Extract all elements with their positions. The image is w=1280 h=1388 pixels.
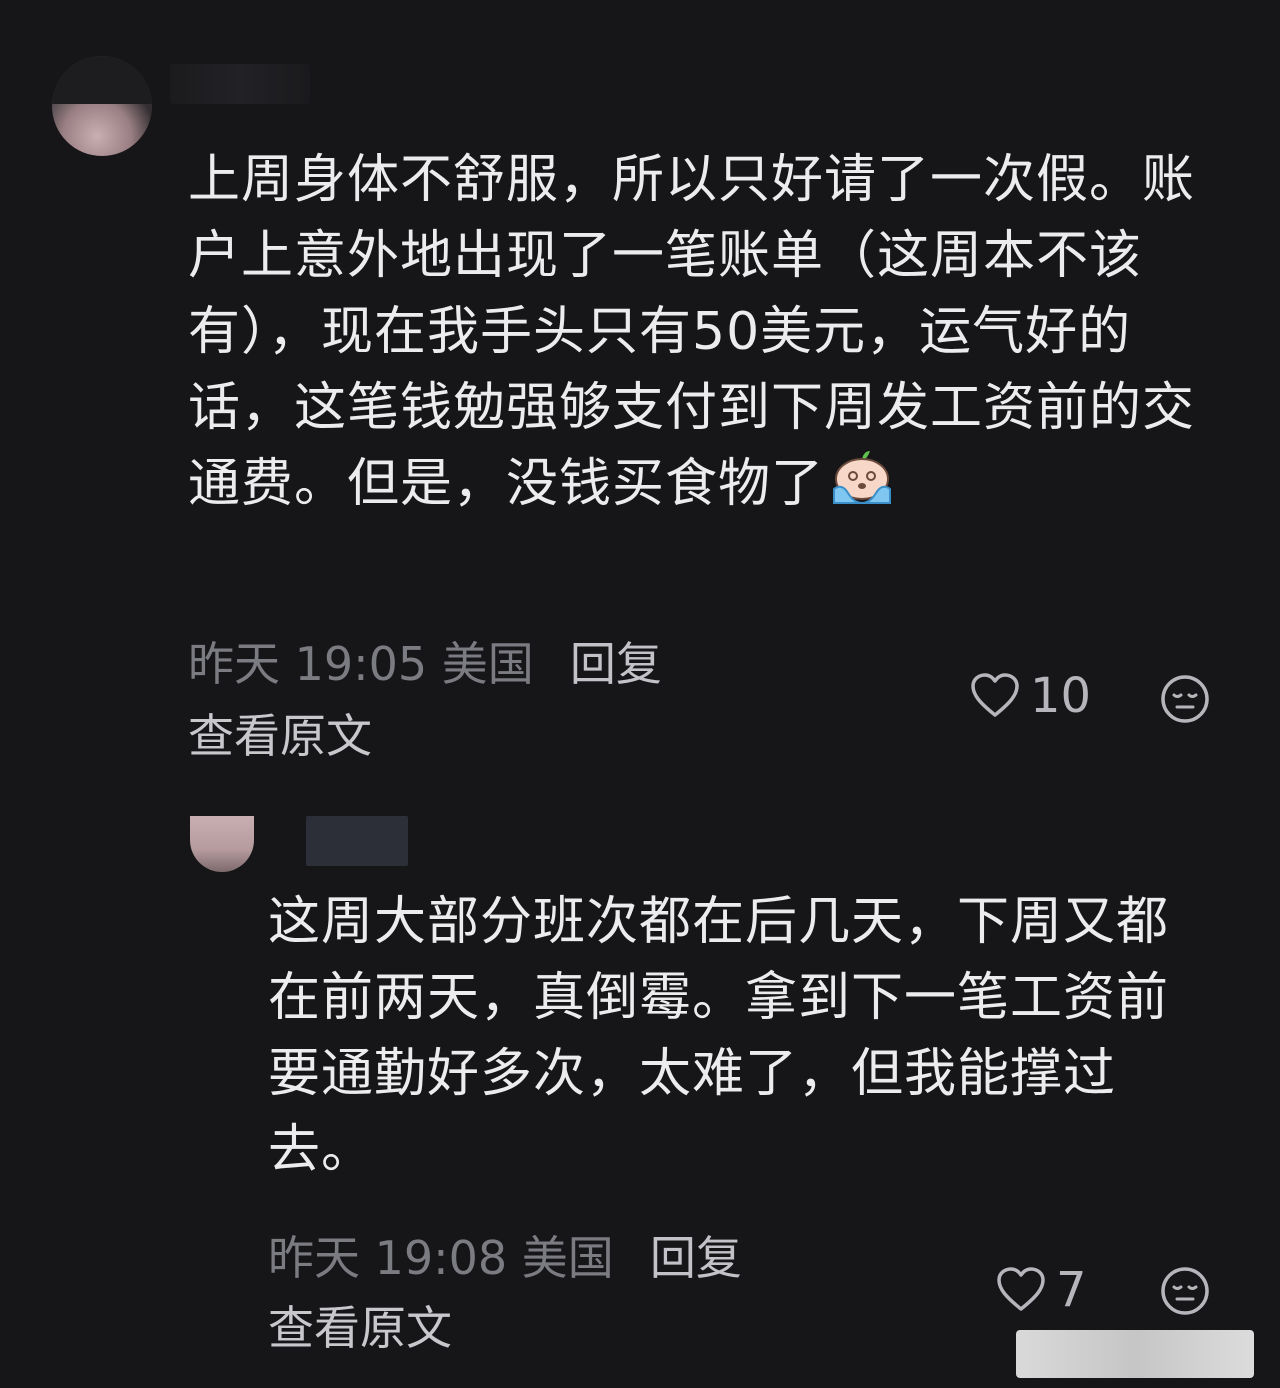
like-button[interactable]: 10 bbox=[970, 668, 1091, 724]
reply-button[interactable]: 回复 bbox=[650, 1231, 742, 1285]
user-avatar[interactable] bbox=[52, 56, 152, 156]
comment-meta: 昨天 19:05 美国 回复 bbox=[188, 636, 662, 692]
dislike-face-icon[interactable] bbox=[1160, 1266, 1210, 1316]
comment-body: 上周身体不舒服，所以只好请了一次假。账户上意外地出现了一笔账单（这周本不该有），… bbox=[188, 150, 1196, 514]
view-original-button[interactable]: 查看原文 bbox=[188, 708, 372, 764]
timestamp-location: 昨天 19:05 美国 bbox=[188, 637, 534, 691]
username-blurred[interactable] bbox=[306, 816, 408, 866]
comment-text: 这周大部分班次都在后几天，下周又都在前两天，真倒霉。拿到下一笔工资前要通勤好多次… bbox=[268, 892, 1170, 1180]
user-avatar[interactable] bbox=[190, 816, 254, 872]
watermark-blurred bbox=[1016, 1330, 1254, 1378]
username-blurred[interactable] bbox=[170, 64, 310, 104]
dislike-face-icon[interactable] bbox=[1160, 674, 1210, 724]
like-count: 10 bbox=[1030, 668, 1092, 724]
like-button[interactable]: 7 bbox=[996, 1262, 1087, 1318]
like-count: 7 bbox=[1056, 1262, 1087, 1318]
reply-button[interactable]: 回复 bbox=[570, 637, 662, 691]
comment-text: 上周身体不舒服，所以只好请了一次假。账户上意外地出现了一笔账单（这周本不该有），… bbox=[188, 142, 1198, 522]
comment-meta: 昨天 19:08 美国 回复 bbox=[268, 1230, 742, 1286]
timestamp-location: 昨天 19:08 美国 bbox=[268, 1231, 614, 1285]
view-original-button[interactable]: 查看原文 bbox=[268, 1300, 452, 1356]
heart-icon bbox=[971, 673, 1019, 717]
crying-face-emoji-icon bbox=[828, 449, 896, 505]
heart-icon bbox=[997, 1267, 1045, 1311]
